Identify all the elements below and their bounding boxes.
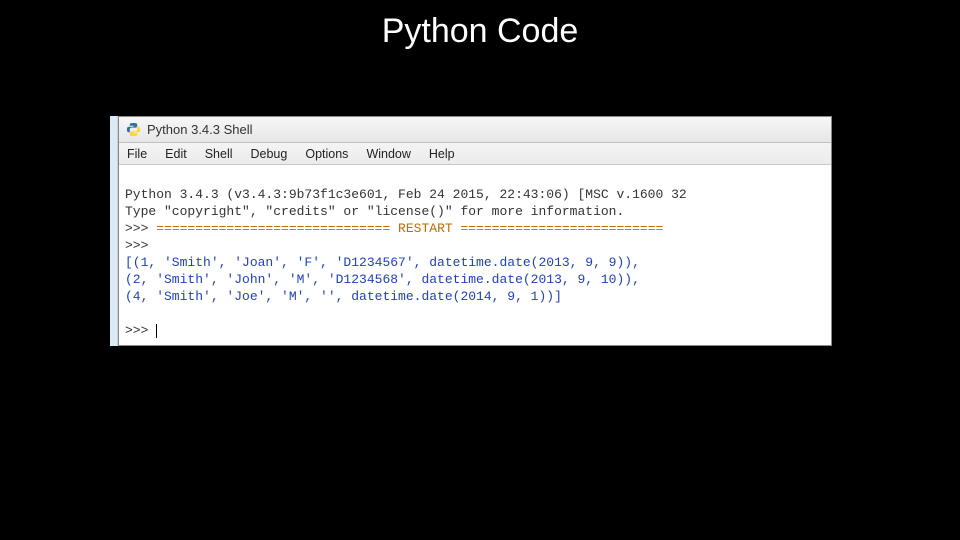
restart-banner: ============================== RESTART =… [156, 221, 663, 236]
window-left-strip [110, 116, 118, 346]
slide-title: Python Code [0, 0, 960, 51]
window-title: Python 3.4.3 Shell [147, 122, 253, 137]
idle-shell-window: Python 3.4.3 Shell File Edit Shell Debug… [118, 116, 832, 346]
menu-edit[interactable]: Edit [165, 147, 187, 161]
output-line-2: (2, 'Smith', 'John', 'M', 'D1234568', da… [125, 272, 640, 287]
menu-window[interactable]: Window [366, 147, 410, 161]
text-cursor [156, 324, 157, 338]
banner-line-1: Python 3.4.3 (v3.4.3:9b73f1c3e601, Feb 2… [125, 187, 687, 202]
prompt: >>> [125, 323, 156, 338]
output-line-3: (4, 'Smith', 'Joe', 'M', '', datetime.da… [125, 289, 562, 304]
python-icon [125, 122, 141, 138]
prompt: >>> [125, 238, 156, 253]
menu-options[interactable]: Options [305, 147, 348, 161]
shell-console[interactable]: Python 3.4.3 (v3.4.3:9b73f1c3e601, Feb 2… [119, 165, 831, 360]
menu-debug[interactable]: Debug [251, 147, 288, 161]
prompt: >>> [125, 221, 156, 236]
banner-line-2: Type "copyright", "credits" or "license(… [125, 204, 624, 219]
menu-help[interactable]: Help [429, 147, 455, 161]
menu-file[interactable]: File [127, 147, 147, 161]
menubar: File Edit Shell Debug Options Window Hel… [119, 143, 831, 165]
window-titlebar: Python 3.4.3 Shell [119, 117, 831, 143]
output-line-1: [(1, 'Smith', 'Joan', 'F', 'D1234567', d… [125, 255, 640, 270]
menu-shell[interactable]: Shell [205, 147, 233, 161]
